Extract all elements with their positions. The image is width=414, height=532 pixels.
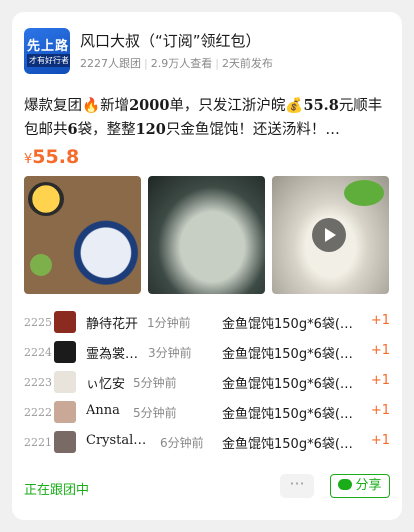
order-list: 2225 静待花开 1分钟前 金鱼馄饨150g*6袋(… +1 2224 霊為裳… xyxy=(24,308,390,458)
post-description[interactable]: 爆款复团🔥新增2000单，只发江浙沪皖💰55.8元顺丰包邮共6袋，整整120只金… xyxy=(24,94,390,142)
order-item: 金鱼馄饨150g*6袋(… xyxy=(222,437,353,452)
buyer-name: ぃ忆安 xyxy=(86,377,126,392)
stats-divider: | xyxy=(215,57,219,70)
order-row[interactable]: 2223 ぃ忆安 5分钟前 金鱼馄饨150g*6袋(… +1 xyxy=(24,368,390,398)
card-footer: 正在跟团中 ··· 分享 xyxy=(24,474,390,500)
desc-number: 2000 xyxy=(129,97,170,114)
price-value: 55.8 xyxy=(32,146,80,168)
order-qty: +1 xyxy=(370,373,390,388)
buyer-avatar xyxy=(54,371,76,393)
more-button[interactable]: ··· xyxy=(280,474,314,498)
desc-number: 55.8 xyxy=(303,97,339,114)
author-name[interactable]: 风口大叔（“订阅”领红包） xyxy=(80,30,261,51)
order-item: 金鱼馄饨150g*6袋(… xyxy=(222,377,353,392)
share-label: 分享 xyxy=(355,478,382,493)
desc-text: 爆款复团 xyxy=(24,98,82,114)
views-count: 2.9万人查看 xyxy=(150,57,213,70)
order-qty: +1 xyxy=(370,403,390,418)
order-index: 2224 xyxy=(24,346,52,359)
order-row[interactable]: 2222 Anna 5分钟前 金鱼馄饨150g*6袋(… +1 xyxy=(24,398,390,428)
price: ¥55.8 xyxy=(24,146,79,168)
wonton-bowl-photo[interactable] xyxy=(24,176,141,294)
order-index: 2225 xyxy=(24,316,52,329)
wonton-closeup-photo[interactable] xyxy=(148,176,265,294)
order-qty: +1 xyxy=(370,433,390,448)
avatar-slogan-text: 才有好行者 xyxy=(27,54,70,67)
order-row[interactable]: 2221 Crystal… 6分钟前 金鱼馄饨150g*6袋(… +1 xyxy=(24,428,390,458)
order-time: 5分钟前 xyxy=(133,376,177,390)
post-stats: 2227人跟团 | 2.9万人查看 | 2天前发布 xyxy=(80,55,273,71)
avatar-logo-text: 先上路 xyxy=(27,39,70,54)
buyer-name: 静待花开 xyxy=(86,317,139,332)
order-qty: +1 xyxy=(370,343,390,358)
buyer-name: 霊為裳… xyxy=(86,347,139,362)
desc-number: 120 xyxy=(135,121,166,138)
following-status[interactable]: 正在跟团中 xyxy=(24,479,89,498)
author-avatar[interactable]: 先上路 才有好行者 xyxy=(24,28,70,74)
buyer-avatar xyxy=(54,401,76,423)
posted-time: 2天前发布 xyxy=(221,57,273,70)
share-button[interactable]: 分享 xyxy=(330,474,390,498)
order-time: 1分钟前 xyxy=(147,316,191,330)
order-index: 2221 xyxy=(24,436,52,449)
order-item: 金鱼馄饨150g*6袋(… xyxy=(222,317,353,332)
wechat-icon xyxy=(338,479,353,490)
stats-divider: | xyxy=(144,57,148,70)
order-row[interactable]: 2225 静待花开 1分钟前 金鱼馄饨150g*6袋(… +1 xyxy=(24,308,390,338)
desc-text: 新增 xyxy=(100,98,130,114)
buyer-name: Crystal… xyxy=(86,433,146,448)
wonton-spoon-video[interactable] xyxy=(272,176,389,294)
order-item: 金鱼馄饨150g*6袋(… xyxy=(222,347,353,362)
desc-number: 6 xyxy=(67,121,78,138)
desc-text: 单，只发江浙沪皖 xyxy=(169,98,286,114)
order-qty: +1 xyxy=(370,313,390,328)
order-time: 5分钟前 xyxy=(133,406,177,420)
fire-icon: 🔥 xyxy=(82,98,101,114)
buyer-avatar xyxy=(54,431,76,453)
followers-count: 2227人跟团 xyxy=(80,57,141,70)
order-item: 金鱼馄饨150g*6袋(… xyxy=(222,407,353,422)
order-time: 6分钟前 xyxy=(160,436,204,450)
order-index: 2223 xyxy=(24,376,52,389)
group-buy-card[interactable]: 先上路 才有好行者 风口大叔（“订阅”领红包） 2227人跟团 | 2.9万人查看 |… xyxy=(12,12,402,520)
buyer-avatar xyxy=(54,311,76,333)
money-bag-icon: 💰 xyxy=(285,98,304,114)
play-icon[interactable] xyxy=(312,218,346,252)
order-row[interactable]: 2224 霊為裳… 3分钟前 金鱼馄饨150g*6袋(… +1 xyxy=(24,338,390,368)
desc-text: 袋，整整 xyxy=(77,122,136,138)
photo-gallery xyxy=(24,176,390,294)
buyer-avatar xyxy=(54,341,76,363)
buyer-name: Anna xyxy=(86,403,120,418)
post-header: 先上路 才有好行者 风口大叔（“订阅”领红包） 2227人跟团 | 2.9万人查看 |… xyxy=(24,28,390,76)
order-time: 3分钟前 xyxy=(148,346,192,360)
order-index: 2222 xyxy=(24,406,52,419)
desc-text: 只金鱼馄饨！还送汤料！… xyxy=(165,122,340,138)
